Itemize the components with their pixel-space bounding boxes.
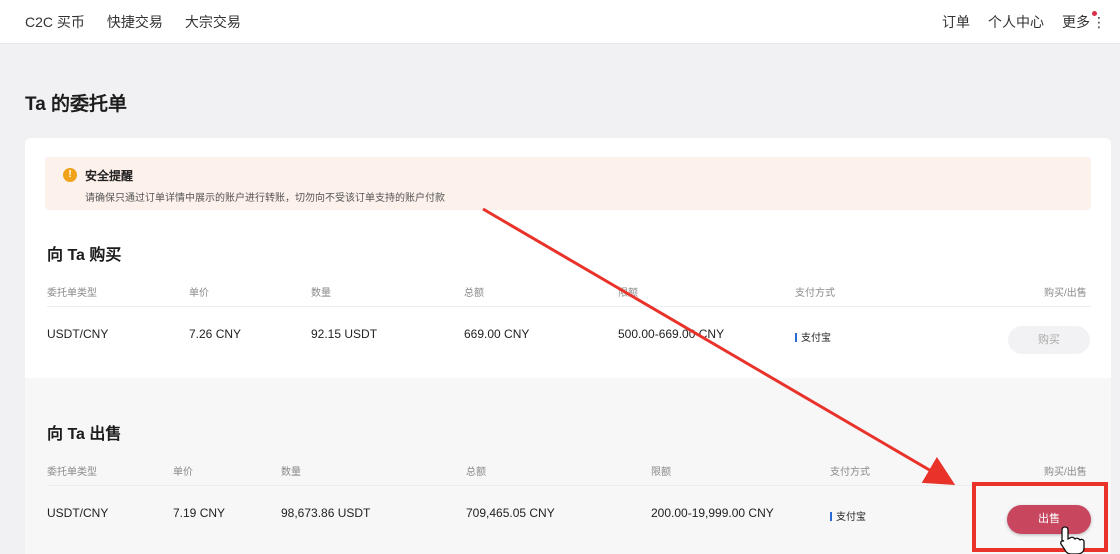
notice-title: 安全提醒	[85, 169, 134, 183]
cell-price: 7.26 CNY	[189, 327, 242, 341]
safety-notice: ! 安全提醒 请确保只通过订单详情中展示的账户进行转账，切勿向不受该订单支持的账…	[45, 157, 1091, 210]
divider	[47, 306, 1091, 307]
col-order-type: 委托单类型	[47, 288, 97, 299]
divider	[47, 485, 1091, 486]
warning-icon: !	[63, 168, 77, 182]
sell-section-title: 向 Ta 出售	[47, 426, 122, 443]
nav-more[interactable]: 更多 ⋮	[1062, 11, 1106, 32]
nav-right: 订单 个人中心 更多 ⋮	[942, 11, 1106, 32]
col-action: 购买/出售	[1044, 288, 1087, 299]
nav-orders[interactable]: 订单	[942, 12, 970, 32]
col-quantity: 数量	[311, 288, 331, 299]
col-order-type: 委托单类型	[47, 467, 97, 478]
alipay-marker-icon	[830, 512, 832, 521]
buy-section-title: 向 Ta 购买	[47, 247, 122, 264]
cell-pair: USDT/CNY	[47, 327, 109, 341]
col-payment: 支付方式	[830, 467, 870, 478]
col-price: 单价	[189, 288, 209, 299]
cell-total: 669.00 CNY	[464, 327, 530, 341]
col-limit: 限额	[651, 467, 671, 478]
cell-payment: 支付宝	[795, 329, 831, 344]
payment-label: 支付宝	[801, 333, 831, 344]
nav-c2c-buy[interactable]: C2C 买币	[25, 12, 85, 32]
cell-quantity: 98,673.86 USDT	[281, 506, 371, 520]
alipay-marker-icon	[795, 333, 797, 342]
notification-dot	[1092, 11, 1097, 16]
col-payment: 支付方式	[795, 288, 835, 299]
cell-pair: USDT/CNY	[47, 506, 109, 520]
payment-label: 支付宝	[836, 512, 866, 523]
nav-quick-trade[interactable]: 快捷交易	[107, 12, 163, 32]
col-price: 单价	[173, 467, 193, 478]
nav-block-trade[interactable]: 大宗交易	[185, 12, 241, 32]
cell-limit: 200.00-19,999.00 CNY	[651, 506, 774, 520]
cell-quantity: 92.15 USDT	[311, 327, 378, 341]
more-vertical-icon: ⋮	[1092, 14, 1106, 30]
nav-left: C2C 买币 快捷交易 大宗交易	[25, 12, 241, 32]
buy-button[interactable]: 购买	[1008, 326, 1090, 354]
nav-more-label: 更多	[1062, 14, 1090, 30]
cell-price: 7.19 CNY	[173, 506, 226, 520]
cell-limit: 500.00-669.00 CNY	[618, 327, 725, 341]
cell-payment: 支付宝	[830, 508, 866, 523]
col-total: 总额	[464, 288, 484, 299]
col-quantity: 数量	[281, 467, 301, 478]
nav-user-center[interactable]: 个人中心	[988, 12, 1044, 32]
cell-total: 709,465.05 CNY	[466, 506, 555, 520]
col-limit: 限额	[618, 288, 638, 299]
notice-text: 请确保只通过订单详情中展示的账户进行转账，切勿向不受该订单支持的账户付款	[85, 193, 445, 204]
col-total: 总额	[466, 467, 486, 478]
sell-button[interactable]: 出售	[1007, 505, 1091, 534]
top-nav: C2C 买币 快捷交易 大宗交易 订单 个人中心 更多 ⋮	[0, 0, 1120, 44]
page-title: Ta 的委托单	[25, 94, 128, 115]
col-action: 购买/出售	[1044, 467, 1087, 478]
orders-panel: ! 安全提醒 请确保只通过订单详情中展示的账户进行转账，切勿向不受该订单支持的账…	[25, 138, 1111, 554]
